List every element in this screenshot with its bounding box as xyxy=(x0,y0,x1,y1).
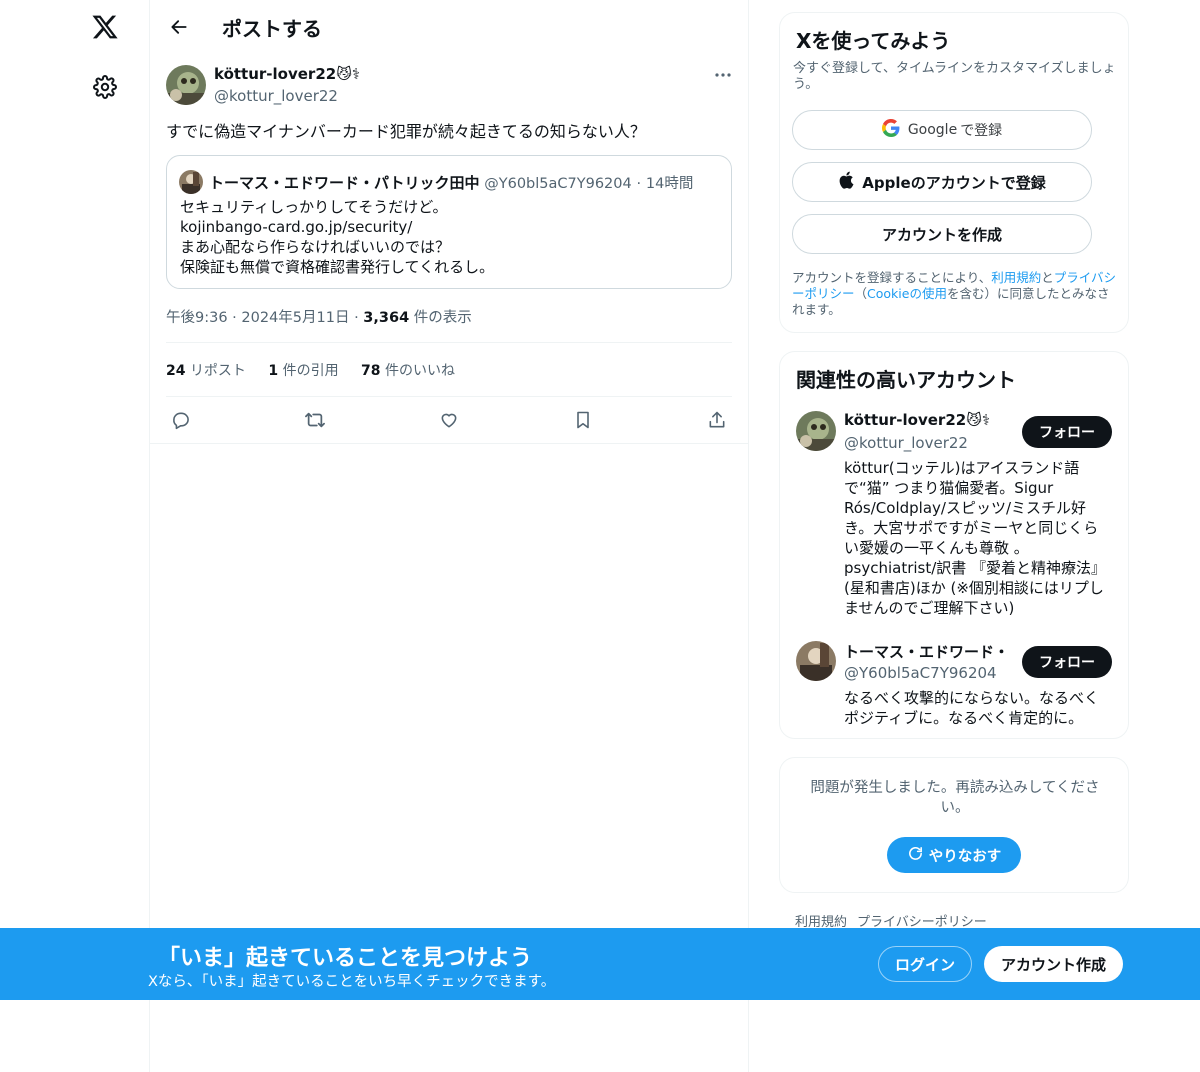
related-account-name[interactable]: köttur-lover22😼⚕ xyxy=(844,411,990,429)
google-signup-button[interactable]: Google で登録 xyxy=(792,110,1092,150)
apple-signup-label: Appleのアカウントで登録 xyxy=(862,173,1046,192)
quoted-header: トーマス・エドワード・パトリック田中 @Y60bl5aC7Y96204 · 14… xyxy=(209,172,693,193)
related-account-bio: köttur(コッテル)はアイスランド語で“猫” つまり猫偏愛者。Sigur R… xyxy=(844,459,1107,617)
follow-button[interactable]: フォロー xyxy=(1022,416,1112,448)
x-logo-icon[interactable] xyxy=(86,8,124,46)
page-title: ポストする xyxy=(222,17,322,41)
related-account-bio: なるべく攻撃的にならない。なるべくポジティブに。なるべく肯定的に。 xyxy=(844,689,1100,727)
author-emoji: 😼⚕ xyxy=(336,65,360,83)
likes-label: 件のいいね xyxy=(384,363,455,379)
related-accounts-card: 関連性の高いアカウント köttur-lover22😼⚕ @kottur_lov… xyxy=(779,351,1129,739)
follow-button[interactable]: フォロー xyxy=(1022,646,1112,678)
like-icon[interactable] xyxy=(434,405,464,435)
quotes-stat[interactable]: 1 件の引用 xyxy=(268,363,338,379)
cookie-link[interactable]: Cookieの使用 xyxy=(867,286,947,301)
avatar xyxy=(179,170,203,194)
gear-icon[interactable] xyxy=(86,68,124,106)
avatar[interactable] xyxy=(796,411,836,451)
likes-stat[interactable]: 78 件のいいね xyxy=(361,363,455,379)
engagement-stats: 24 リポスト 1 件の引用 78 件のいいね xyxy=(166,360,473,380)
quotes-label: 件の引用 xyxy=(282,363,339,379)
terms-part: （ xyxy=(854,286,868,301)
signup-title: Xを使ってみよう xyxy=(796,29,951,53)
login-button[interactable]: ログイン xyxy=(878,946,972,982)
refresh-icon xyxy=(907,845,924,866)
quotes-count: 1 xyxy=(268,363,279,379)
google-icon xyxy=(881,119,900,141)
quoted-line: まあ心配なら作らなければいいのでは？ xyxy=(180,238,451,256)
divider xyxy=(150,443,748,444)
create-account-button[interactable]: アカウントを作成 xyxy=(792,214,1092,254)
divider xyxy=(166,342,732,343)
quoted-line: kojinbango-card.go.jp/security/ xyxy=(180,218,413,236)
post-time[interactable]: 午後9:36 xyxy=(166,310,228,326)
reposts-count: 24 xyxy=(166,363,186,379)
quoted-post[interactable]: トーマス・エドワード・パトリック田中 @Y60bl5aC7Y96204 · 14… xyxy=(166,155,732,289)
avatar[interactable] xyxy=(166,65,206,105)
terms-part: と xyxy=(1041,270,1054,285)
apple-signup-button[interactable]: Appleのアカウントで登録 xyxy=(792,162,1092,202)
reposts-label: リポスト xyxy=(189,363,246,379)
reposts-stat[interactable]: 24 リポスト xyxy=(166,363,246,379)
bookmark-icon[interactable] xyxy=(568,405,598,435)
reply-icon[interactable] xyxy=(166,405,196,435)
google-signup-label: で登録 xyxy=(960,123,1003,139)
quoted-author-handle: @Y60bl5aC7Y96204 xyxy=(484,176,632,192)
terms-part: アカウントを登録することにより、 xyxy=(792,270,992,285)
related-account-handle[interactable]: @kottur_lover22 xyxy=(844,434,968,452)
terms-link[interactable]: 利用規約 xyxy=(991,270,1041,285)
views-label: 件の表示 xyxy=(413,310,472,326)
quoted-text: セキュリティしっかりしてそうだけど。 kojinbango-card.go.jp… xyxy=(180,197,494,277)
signup-card: Xを使ってみよう 今すぐ登録して、タイムラインをカスタマイズしましょう。 Goo… xyxy=(779,12,1129,333)
post-text: すでに偽造マイナンバーカード犯罪が続々起きてるの知らない人？ xyxy=(166,122,646,141)
signup-banner: 「いま」起きていることを見つけよう Xなら、「いま」起きていることをいち早くチェ… xyxy=(0,928,1200,1000)
google-brand-label: Google xyxy=(907,122,958,138)
author-name-text: köttur-lover22 xyxy=(214,65,337,83)
divider xyxy=(166,396,732,397)
banner-subtitle: Xなら、「いま」起きていることをいち早くチェックできます。 xyxy=(148,974,556,990)
error-card: 問題が発生しました。再読み込みしてください。 やりなおす xyxy=(779,757,1129,893)
views-count: 3,364 xyxy=(363,310,410,326)
related-account-handle[interactable]: @Y60bl5aC7Y96204 xyxy=(844,664,997,682)
author-name[interactable]: köttur-lover22😼⚕ xyxy=(214,65,360,83)
terms-text: アカウントを登録することにより、利用規約とプライバシーポリシー（Cookieの使… xyxy=(792,270,1118,318)
back-arrow-icon[interactable] xyxy=(164,12,194,42)
page-header: ポストする xyxy=(150,0,748,53)
related-title: 関連性の高いアカウント xyxy=(796,368,1016,392)
retry-button[interactable]: やりなおす xyxy=(887,837,1021,873)
create-account-label: アカウントを作成 xyxy=(881,225,1002,244)
banner-signup-button[interactable]: アカウント作成 xyxy=(984,946,1123,982)
apple-icon xyxy=(838,171,854,193)
likes-count: 78 xyxy=(361,363,381,379)
error-message: 問題が発生しました。再読み込みしてください。 xyxy=(810,780,1100,816)
separator-dot: · xyxy=(354,310,359,326)
more-icon[interactable] xyxy=(708,62,738,88)
related-account-name[interactable]: トーマス・エドワード・ xyxy=(844,641,1009,662)
quoted-line: セキュリティしっかりしてそうだけど。 xyxy=(180,198,448,216)
left-rail xyxy=(0,0,149,1072)
author-handle[interactable]: @kottur_lover22 xyxy=(214,87,338,105)
banner-title: 「いま」起きていることを見つけよう xyxy=(158,946,533,971)
signup-subtitle: 今すぐ登録して、タイムラインをカスタマイズしましょう。 xyxy=(793,61,1116,92)
main-column: ポストする köttur-lover22😼⚕ @kottur_lover22 す… xyxy=(149,0,749,1072)
post-meta: 午後9:36 · 2024年5月11日 · 3,364 件の表示 xyxy=(166,306,472,327)
retry-label: やりなおす xyxy=(928,848,1002,865)
action-bar xyxy=(150,400,748,440)
separator-dot: · xyxy=(232,310,237,326)
quoted-author-name: トーマス・エドワード・パトリック田中 xyxy=(209,174,480,192)
repost-icon[interactable] xyxy=(300,405,330,435)
share-icon[interactable] xyxy=(702,405,732,435)
quoted-time: 14時間 xyxy=(645,176,694,192)
post-date[interactable]: 2024年5月11日 xyxy=(241,310,349,326)
avatar[interactable] xyxy=(796,641,836,681)
quoted-line: 保険証も無償で資格確認書発行してくれるし。 xyxy=(180,258,495,276)
separator-dot: · xyxy=(636,176,642,192)
